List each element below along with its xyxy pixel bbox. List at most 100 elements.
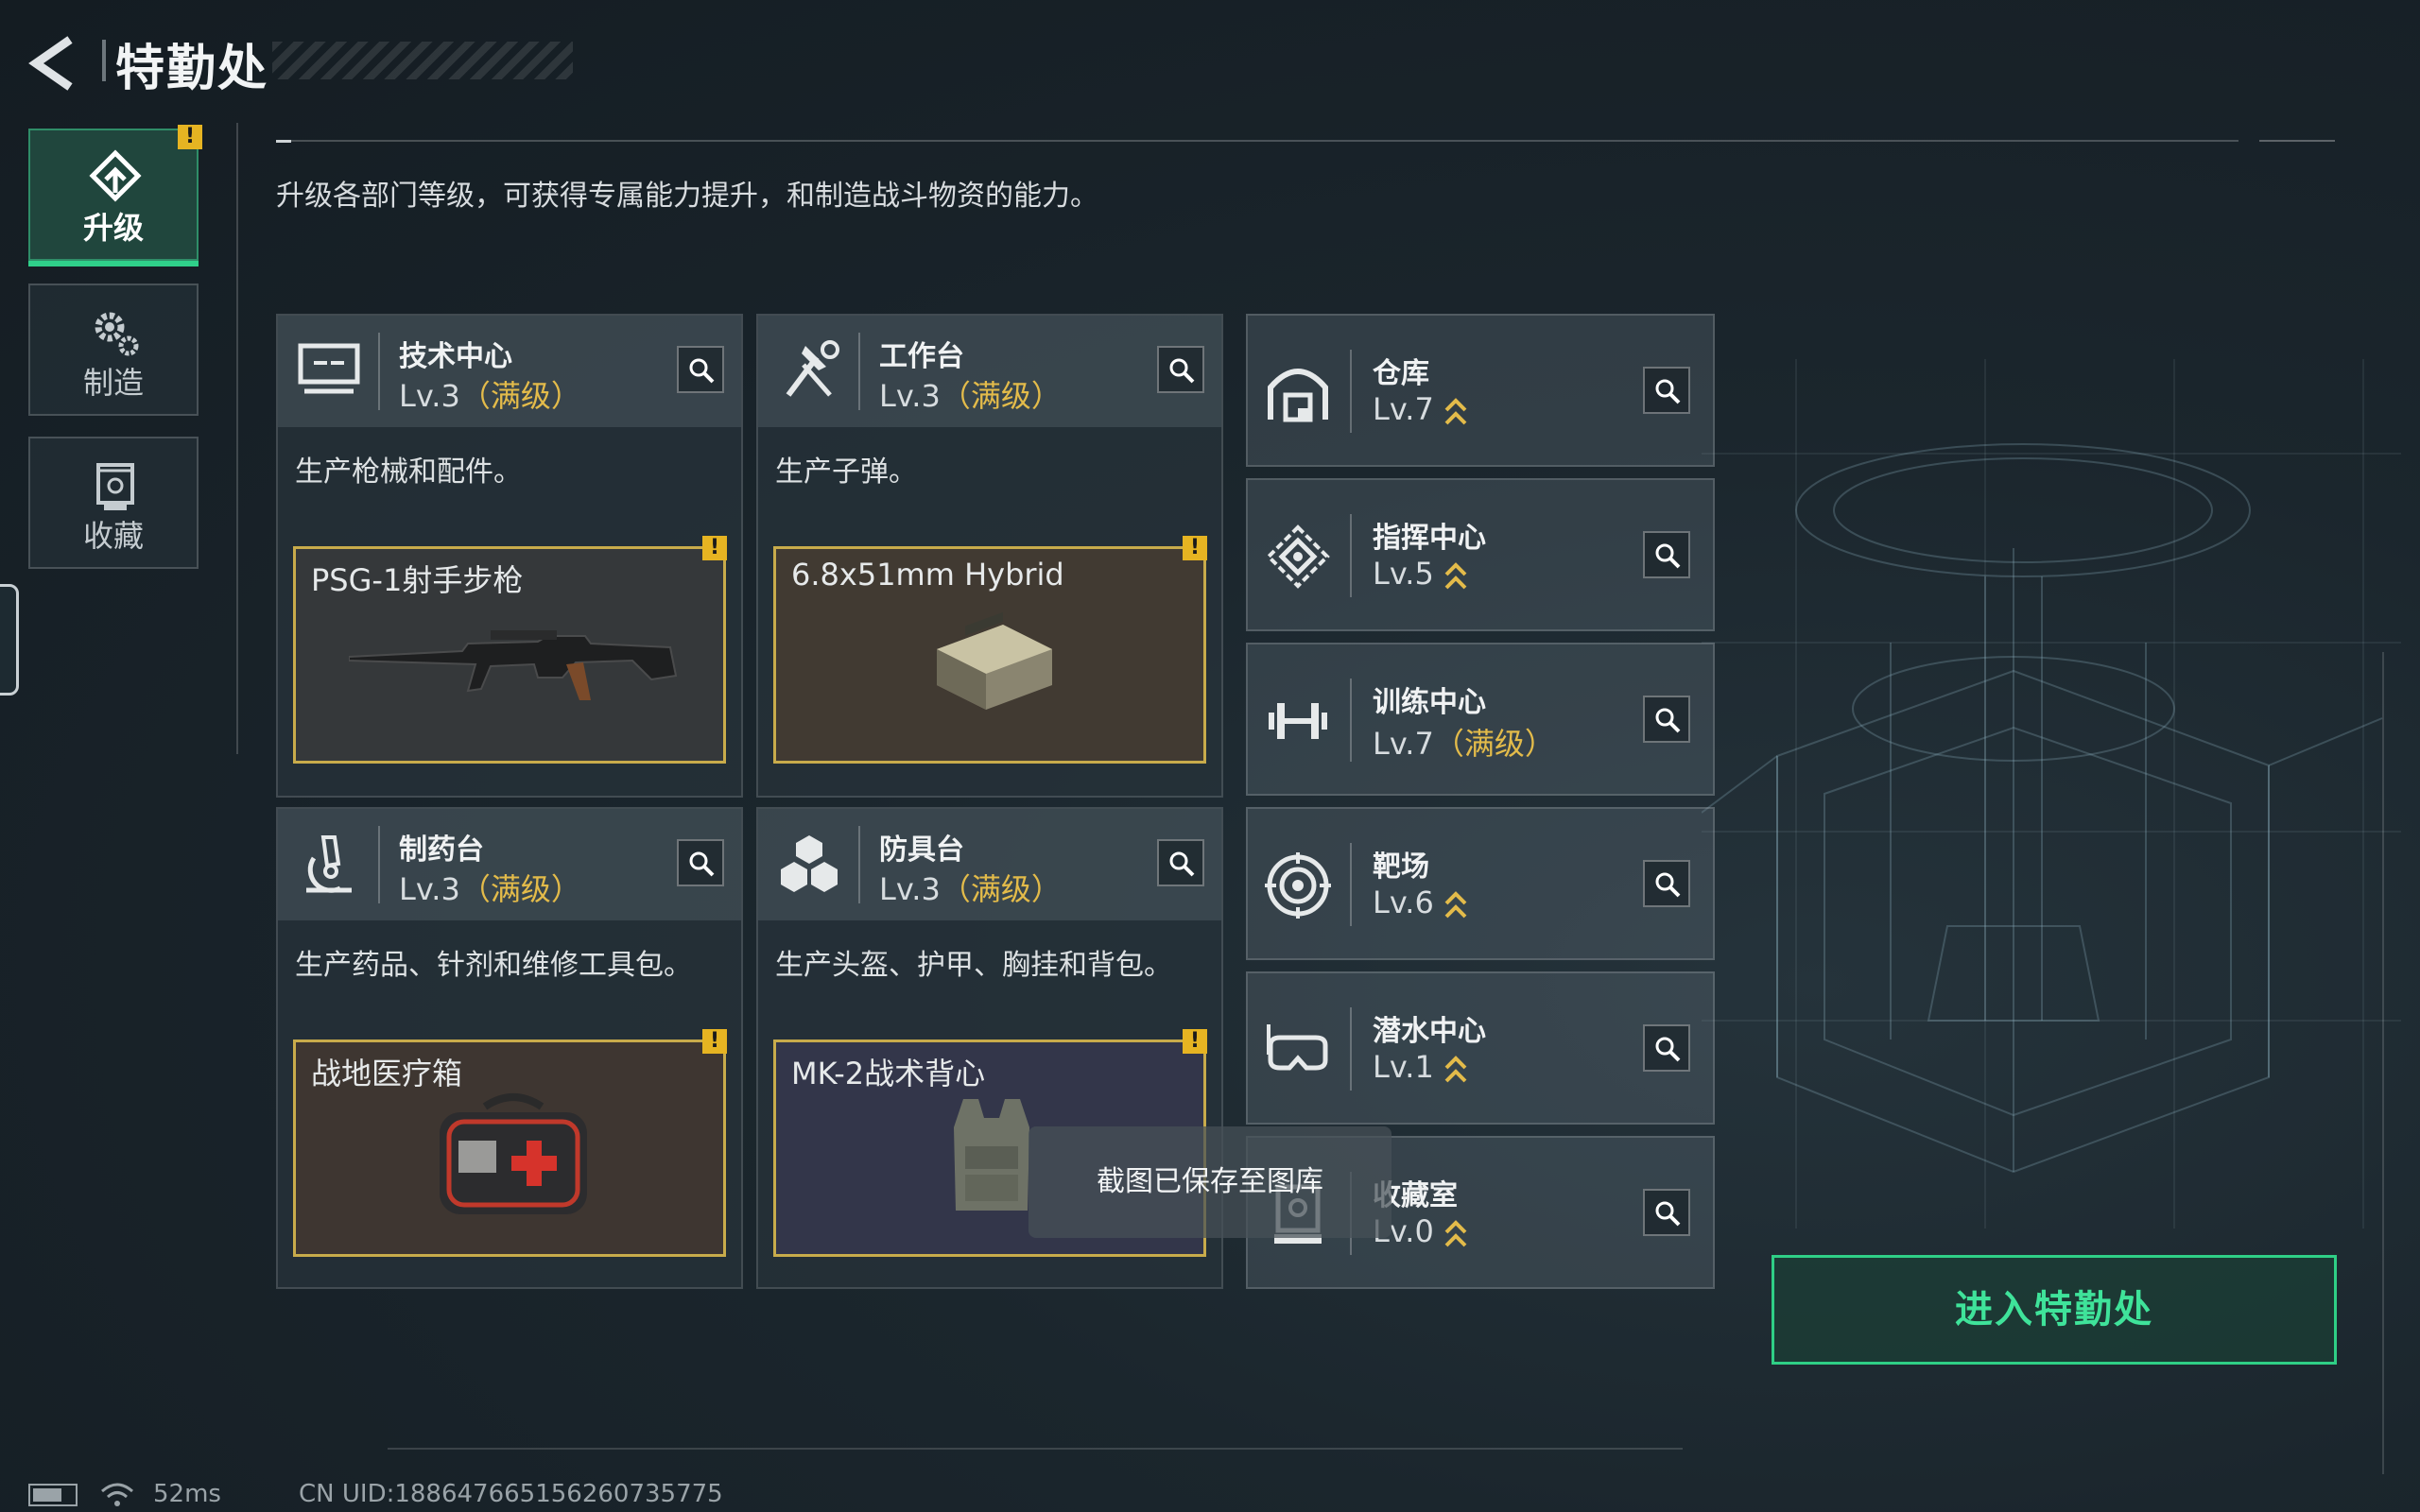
inspect-button[interactable] bbox=[677, 839, 724, 886]
card-title: 仓库 bbox=[1373, 357, 1429, 390]
magnifier-icon bbox=[689, 358, 715, 384]
card-title: 技术中心 bbox=[399, 340, 512, 373]
inspect-button[interactable] bbox=[1643, 367, 1690, 414]
inspect-button[interactable] bbox=[677, 346, 724, 393]
ammo-box-image bbox=[937, 611, 1052, 710]
nav-collection[interactable]: 收藏 bbox=[28, 437, 199, 569]
upgrade-icon bbox=[89, 149, 142, 202]
card-description: 生产头盔、护甲、胸挂和背包。 bbox=[775, 949, 1172, 982]
upgrade-chevron-icon bbox=[1444, 1220, 1467, 1247]
item-warning-badge: ! bbox=[702, 1029, 727, 1054]
user-uid: CN UID:1886476651562607357​75 bbox=[299, 1480, 723, 1508]
nav-divider bbox=[236, 123, 238, 754]
right-divider bbox=[2382, 652, 2384, 1474]
magnifier-icon bbox=[1655, 1201, 1681, 1227]
item-name: MK-2战术背心 bbox=[791, 1056, 986, 1091]
header-separator bbox=[858, 826, 860, 903]
card-title: 工作台 bbox=[879, 340, 964, 373]
card-header: 防具台 Lv.3（满级） bbox=[758, 809, 1221, 920]
inspect-button[interactable] bbox=[1643, 1024, 1690, 1072]
item-warning-badge: ! bbox=[1183, 536, 1207, 560]
card-title: 指挥中心 bbox=[1373, 522, 1486, 555]
magnifier-icon bbox=[1169, 358, 1195, 384]
item-warning-badge: ! bbox=[702, 536, 727, 560]
header-separator bbox=[378, 826, 380, 903]
gears-icon bbox=[95, 312, 139, 356]
top-divider bbox=[276, 140, 2238, 142]
nav-upgrade[interactable]: ! 升级 bbox=[28, 125, 202, 266]
card-warehouse[interactable]: 仓库 Lv.7 bbox=[1246, 314, 1715, 467]
page-title: 特勤处 bbox=[115, 41, 269, 97]
trophy-case-icon bbox=[96, 463, 134, 510]
card-header: 制药台 Lv.3（满级） bbox=[278, 809, 741, 920]
tactical-vest-image bbox=[954, 1099, 1029, 1211]
inspect-button[interactable] bbox=[1643, 531, 1690, 578]
item-slot-medkit[interactable]: 战地医疗箱 ! bbox=[293, 1029, 727, 1257]
header-separator bbox=[1350, 679, 1352, 762]
header-separator bbox=[1350, 1007, 1352, 1091]
card-tech-center[interactable]: 技术中心 Lv.3（满级） 生产枪械和配件。 PSG-1射手步枪 ! bbox=[276, 314, 743, 798]
nav-craft[interactable]: 制造 bbox=[28, 284, 199, 416]
upgrade-chevron-icon bbox=[1444, 398, 1467, 425]
top-divider-marker bbox=[276, 140, 291, 143]
magnifier-icon bbox=[1655, 708, 1681, 733]
inspect-button[interactable] bbox=[1157, 839, 1204, 886]
card-level: Lv.6 bbox=[1373, 885, 1468, 922]
header-separator bbox=[1350, 514, 1352, 597]
header-separator bbox=[858, 333, 860, 410]
command-emblem-icon bbox=[1266, 524, 1330, 589]
ping-readout: 52ms bbox=[153, 1480, 221, 1508]
card-level: Lv.5 bbox=[1373, 556, 1468, 593]
back-arrow-icon bbox=[28, 36, 73, 91]
card-training-center[interactable]: 训练中心 Lv.7（满级） bbox=[1246, 643, 1715, 796]
medkit-image bbox=[440, 1093, 587, 1214]
magnifier-icon bbox=[689, 851, 715, 877]
card-shooting-range[interactable]: 靶场 Lv.6 bbox=[1246, 807, 1715, 960]
card-title: 防具台 bbox=[879, 833, 964, 867]
nav-collection-label: 收藏 bbox=[82, 518, 144, 554]
side-drawer-handle[interactable] bbox=[0, 584, 19, 696]
card-header: 工作台 Lv.3（满级） bbox=[758, 316, 1221, 427]
header-separator bbox=[1350, 350, 1352, 433]
card-title: 训练中心 bbox=[1373, 686, 1486, 719]
wifi-icon bbox=[101, 1483, 133, 1506]
card-level: Lv.3（满级） bbox=[879, 378, 1062, 414]
rifle-image bbox=[349, 630, 678, 700]
card-level: Lv.3（满级） bbox=[399, 378, 581, 414]
top-divider-end bbox=[2259, 140, 2335, 142]
item-slot-rifle[interactable]: PSG-1射手步枪 ! bbox=[293, 536, 727, 764]
card-level: Lv.3（满级） bbox=[879, 871, 1062, 907]
upgrade-chevron-icon bbox=[1444, 562, 1467, 590]
card-pharmacy[interactable]: 制药台 Lv.3（满级） 生产药品、针剂和维修工具包。 战地医疗箱 ! bbox=[276, 807, 743, 1289]
card-description: 生产子弹。 bbox=[775, 455, 917, 489]
card-description: 生产药品、针剂和维修工具包。 bbox=[295, 949, 692, 982]
inspect-button[interactable] bbox=[1643, 860, 1690, 907]
header-separator bbox=[378, 333, 380, 410]
card-title: 潜水中心 bbox=[1373, 1015, 1486, 1048]
item-slot-ammo[interactable]: 6.8x51mm Hybrid ! bbox=[773, 536, 1207, 764]
back-button[interactable] bbox=[26, 34, 83, 93]
upgrade-chevron-icon bbox=[1444, 1056, 1467, 1083]
screenshot-saved-toast: 截图已保存至图库 bbox=[1028, 1126, 1392, 1238]
item-name: 6.8x51mm Hybrid bbox=[791, 557, 1064, 593]
card-level: Lv.3（满级） bbox=[399, 871, 581, 907]
bottom-divider bbox=[388, 1448, 1683, 1450]
upgrade-warning-badge: ! bbox=[178, 125, 202, 149]
magnifier-icon bbox=[1655, 872, 1681, 898]
nav-upgrade-label: 升级 bbox=[82, 210, 144, 246]
title-stripe-decoration bbox=[272, 42, 573, 79]
nav-craft-label: 制造 bbox=[82, 365, 144, 401]
inspect-button[interactable] bbox=[1643, 1189, 1690, 1236]
magnifier-icon bbox=[1655, 379, 1681, 404]
card-workbench[interactable]: 工作台 Lv.3（满级） 生产子弹。 6.8x51mm Hybrid ! bbox=[756, 314, 1223, 798]
dumbbell-icon bbox=[1269, 703, 1327, 739]
inspect-button[interactable] bbox=[1157, 346, 1204, 393]
inspect-button[interactable] bbox=[1643, 696, 1690, 743]
page-description: 升级各部门等级，可获得专属能力提升，和制造战斗物资的能力。 bbox=[276, 180, 1098, 213]
card-diving-center[interactable]: 潜水中心 Lv.1 bbox=[1246, 971, 1715, 1125]
enter-special-ops-button[interactable]: 进入特勤处 bbox=[1772, 1255, 2337, 1365]
card-level: Lv.7 bbox=[1373, 391, 1468, 429]
card-command-center[interactable]: 指挥中心 Lv.5 bbox=[1246, 478, 1715, 631]
battery-icon bbox=[28, 1484, 78, 1506]
card-level: Lv.7（满级） bbox=[1373, 726, 1555, 762]
